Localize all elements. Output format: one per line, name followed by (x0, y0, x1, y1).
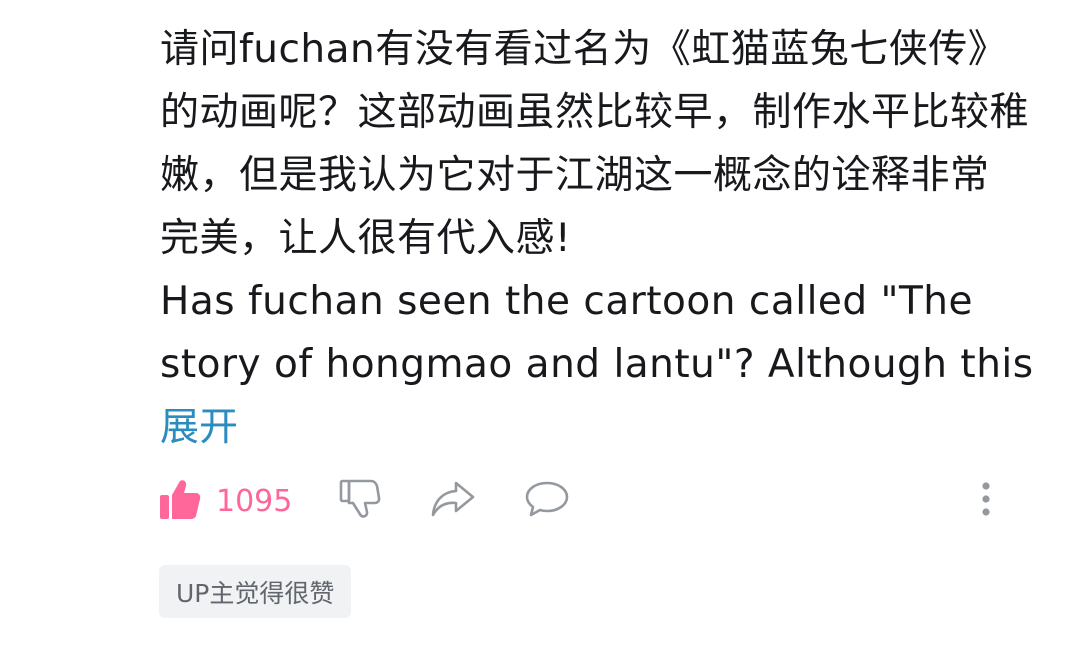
comment-line: 嫩，但是我认为它对于江湖这一概念的诠释非常 (160, 153, 990, 198)
comment-actions: 1095 (158, 475, 998, 527)
reply-button[interactable] (524, 475, 570, 527)
badge-label: UP主觉得很赞 (176, 578, 335, 608)
up-liked-badge: UP主觉得很赞 (159, 565, 352, 618)
share-button[interactable] (430, 475, 476, 527)
reply-icon (524, 477, 570, 525)
share-icon (430, 477, 476, 525)
thumbs-down-icon (338, 477, 382, 525)
comment-line: Has fuchan seen the cartoon called "The (160, 279, 974, 324)
comment-line: 请问fuchan有没有看过名为《虹猫蓝兔七侠传》 (160, 27, 1008, 72)
comment-line: 的动画呢？这部动画虽然比较早，制作水平比较稚 (160, 90, 1030, 135)
more-icon (976, 477, 996, 525)
like-button[interactable]: 1095 (158, 475, 292, 527)
more-button[interactable] (976, 475, 996, 527)
expand-link[interactable]: 展开 (160, 396, 238, 459)
thumbs-up-icon (158, 477, 202, 525)
comment-line: 完美，让人很有代入感! (160, 216, 572, 261)
dislike-button[interactable] (338, 475, 382, 527)
comment-line: story of hongmao and lantu"? Although th… (160, 342, 1034, 387)
comment-body: 请问fuchan有没有看过名为《虹猫蓝兔七侠传》 的动画呢？这部动画虽然比较早，… (160, 18, 1060, 459)
like-count: 1095 (216, 483, 293, 519)
